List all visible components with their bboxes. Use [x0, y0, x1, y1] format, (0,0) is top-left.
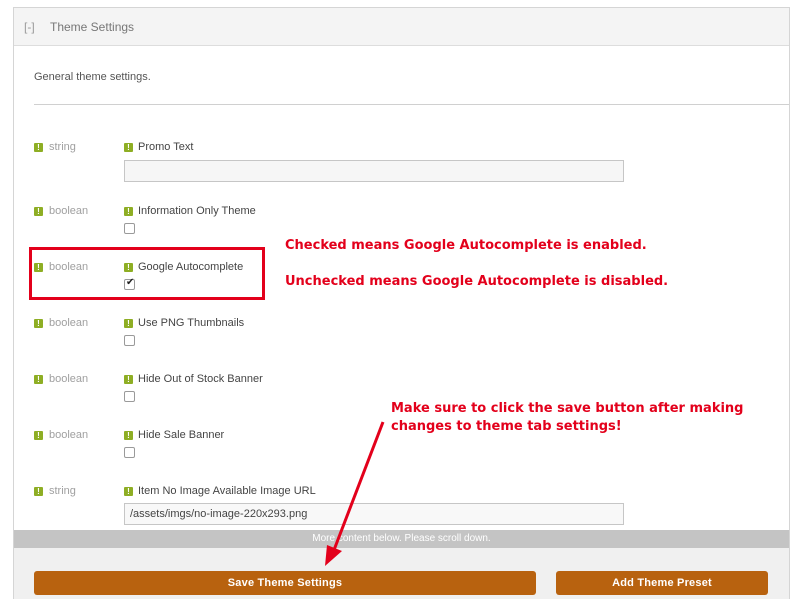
collapse-toggle[interactable]: [-] — [24, 20, 35, 34]
hide-sale-banner-checkbox[interactable] — [124, 447, 135, 458]
setting-type: ! string — [34, 141, 76, 153]
info-icon[interactable]: ! — [124, 430, 133, 440]
divider — [34, 104, 789, 105]
info-icon[interactable]: ! — [34, 374, 43, 384]
panel-title: Theme Settings — [50, 20, 135, 34]
setting-type: ! string — [34, 485, 76, 497]
no-image-url-input[interactable] — [124, 503, 624, 525]
panel-description: General theme settings. — [34, 71, 151, 83]
setting-label: ! Use PNG Thumbnails — [124, 317, 244, 329]
info-icon[interactable]: ! — [124, 486, 133, 496]
setting-type: ! boolean — [34, 373, 88, 385]
use-png-thumbnails-checkbox[interactable] — [124, 335, 135, 346]
setting-label: ! Item No Image Available Image URL — [124, 485, 316, 497]
info-icon[interactable]: ! — [34, 206, 43, 216]
info-icon[interactable]: ! — [124, 142, 133, 152]
setting-type: ! boolean — [34, 429, 88, 441]
info-icon[interactable]: ! — [124, 206, 133, 216]
information-only-theme-checkbox[interactable] — [124, 223, 135, 234]
info-icon[interactable]: ! — [124, 374, 133, 384]
footer-bar: Save Theme Settings Add Theme Preset — [14, 548, 789, 599]
info-icon[interactable]: ! — [34, 318, 43, 328]
hide-out-of-stock-banner-checkbox[interactable] — [124, 391, 135, 402]
save-note-line2: changes to theme tab settings! — [391, 419, 622, 434]
add-theme-preset-button[interactable]: Add Theme Preset — [556, 571, 768, 595]
save-theme-settings-button[interactable]: Save Theme Settings — [34, 571, 536, 595]
theme-settings-panel: [-] Theme Settings General theme setting… — [13, 7, 790, 599]
info-icon[interactable]: ! — [34, 142, 43, 152]
promo-text-input[interactable] — [124, 160, 624, 182]
info-icon[interactable]: ! — [124, 318, 133, 328]
panel-header: [-] Theme Settings — [14, 8, 789, 46]
highlight-box — [29, 247, 265, 300]
scroll-hint: More content below. Please scroll down. — [14, 530, 789, 548]
checked-note: Checked means Google Autocomplete is ena… — [285, 238, 647, 253]
unchecked-note: Unchecked means Google Autocomplete is d… — [285, 274, 669, 289]
save-note-line1: Make sure to click the save button after… — [391, 401, 744, 416]
setting-type: ! boolean — [34, 317, 88, 329]
setting-label: ! Information Only Theme — [124, 205, 256, 217]
setting-label: ! Hide Sale Banner — [124, 429, 224, 441]
info-icon[interactable]: ! — [34, 486, 43, 496]
setting-label: ! Promo Text — [124, 141, 193, 153]
info-icon[interactable]: ! — [34, 430, 43, 440]
setting-label: ! Hide Out of Stock Banner — [124, 373, 263, 385]
setting-type: ! boolean — [34, 205, 88, 217]
